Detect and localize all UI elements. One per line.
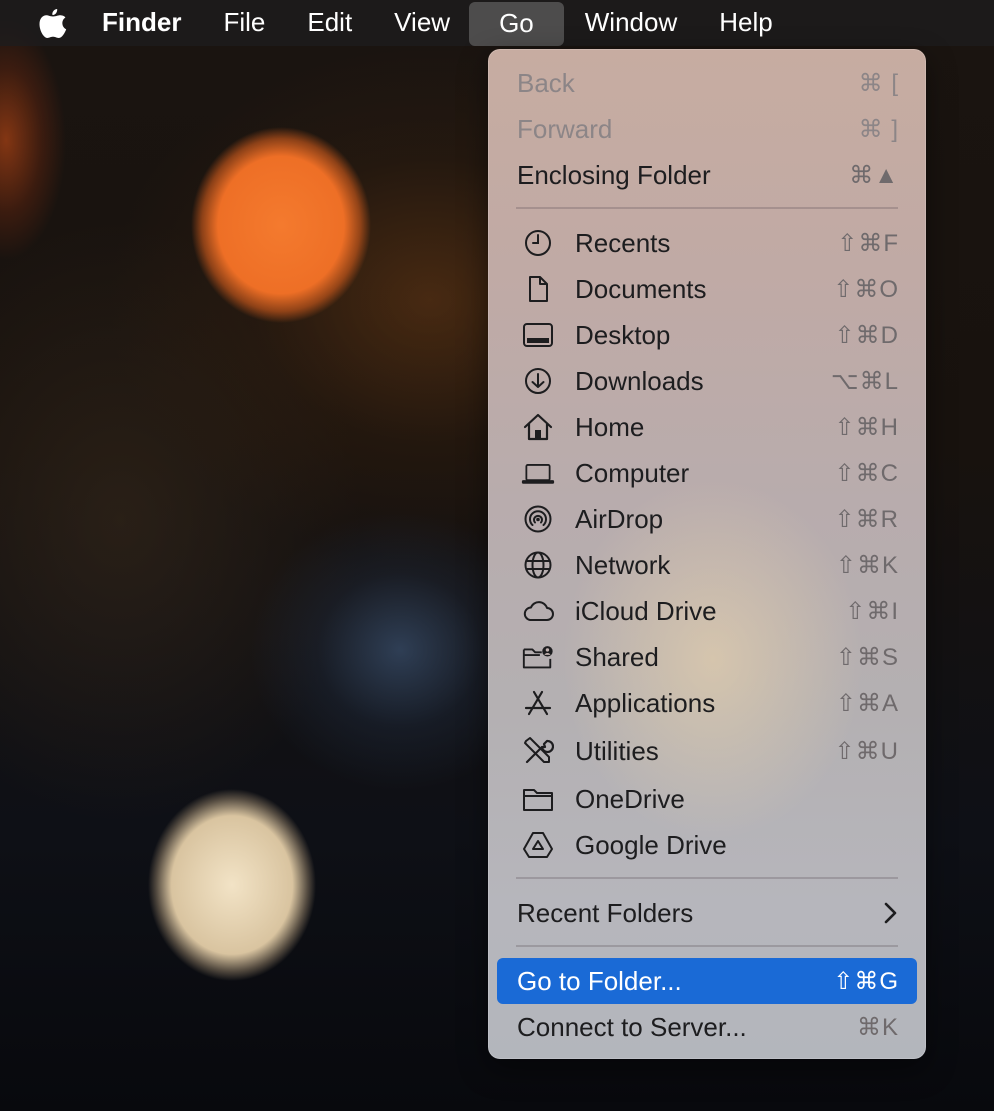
- clock-icon: [521, 228, 555, 258]
- menu-item-label: Network: [575, 549, 671, 580]
- go-menu: Back ⌘ [ Forward ⌘ ] Enclosing Folder ⌘▲…: [488, 49, 926, 1059]
- menu-item-shortcut: ⇧⌘I: [845, 597, 899, 625]
- menu-item-label: Back: [517, 67, 575, 98]
- menu-item-label: Connect to Server...: [517, 1011, 747, 1042]
- menu-item-documents[interactable]: Documents ⇧⌘O: [497, 266, 917, 312]
- menu-item-shortcut: ⇧⌘G: [833, 967, 899, 995]
- apple-logo-icon: [38, 6, 68, 40]
- menu-item-label: Enclosing Folder: [517, 159, 711, 190]
- menu-item-recent-folders[interactable]: Recent Folders: [497, 890, 917, 936]
- menubar-app-name[interactable]: Finder: [98, 0, 202, 46]
- menu-separator: [516, 207, 898, 209]
- airdrop-icon: [521, 504, 555, 534]
- google-drive-icon: [521, 830, 555, 860]
- menu-separator: [516, 945, 898, 947]
- utilities-icon: [521, 736, 555, 766]
- menu-item-label: Google Drive: [575, 829, 727, 860]
- globe-icon: [521, 550, 555, 580]
- menu-item-shortcut: ⌘ [: [858, 69, 899, 97]
- menu-item-label: Forward: [517, 113, 613, 144]
- menu-item-shortcut: ⌘▲: [849, 161, 899, 189]
- menu-item-shortcut: ⇧⌘C: [834, 459, 899, 487]
- menu-separator: [516, 877, 898, 879]
- menu-item-utilities[interactable]: Utilities ⇧⌘U: [497, 728, 917, 774]
- menu-item-google-drive[interactable]: Google Drive: [497, 822, 917, 868]
- menubar-file[interactable]: File: [202, 0, 286, 46]
- menu-item-back[interactable]: Back ⌘ [: [497, 60, 917, 106]
- document-icon: [521, 274, 555, 304]
- shared-folder-icon: [521, 642, 555, 672]
- menu-item-shortcut: ⌥⌘L: [830, 367, 899, 395]
- menu-item-shortcut: ⇧⌘S: [835, 643, 899, 671]
- menu-item-onedrive[interactable]: OneDrive: [497, 776, 917, 822]
- chevron-right-icon: [883, 899, 899, 927]
- menu-item-enclosing-folder[interactable]: Enclosing Folder ⌘▲: [497, 152, 917, 198]
- menu-item-network[interactable]: Network ⇧⌘K: [497, 542, 917, 588]
- folder-icon: [521, 784, 555, 814]
- menubar-view[interactable]: View: [373, 0, 471, 46]
- menu-item-shortcut: ⇧⌘H: [834, 413, 899, 441]
- menubar-help[interactable]: Help: [698, 0, 793, 46]
- menu-item-go-to-folder[interactable]: Go to Folder... ⇧⌘G: [497, 958, 917, 1004]
- desktop-icon: [521, 320, 555, 350]
- menu-item-shared[interactable]: Shared ⇧⌘S: [497, 634, 917, 680]
- menu-item-shortcut: ⇧⌘U: [834, 737, 899, 765]
- menu-item-label: AirDrop: [575, 503, 664, 534]
- menu-item-shortcut: ⇧⌘D: [834, 321, 899, 349]
- menu-item-shortcut: ⇧⌘K: [835, 551, 899, 579]
- menu-item-label: iCloud Drive: [575, 595, 717, 626]
- menu-item-connect-to-server[interactable]: Connect to Server... ⌘K: [497, 1004, 917, 1050]
- menu-item-label: Home: [575, 411, 645, 442]
- menu-item-label: OneDrive: [575, 783, 685, 814]
- menu-item-label: Desktop: [575, 319, 671, 350]
- menu-item-shortcut: ⌘ ]: [858, 115, 899, 143]
- menu-item-applications[interactable]: Applications ⇧⌘A: [497, 680, 917, 726]
- menu-item-label: Applications: [575, 687, 716, 718]
- menu-item-label: Shared: [575, 641, 659, 672]
- menu-item-airdrop[interactable]: AirDrop ⇧⌘R: [497, 496, 917, 542]
- menu-item-computer[interactable]: Computer ⇧⌘C: [497, 450, 917, 496]
- menu-item-label: Utilities: [575, 735, 659, 766]
- menu-item-shortcut: ⇧⌘R: [834, 505, 899, 533]
- menu-item-shortcut: ⇧⌘F: [837, 229, 899, 257]
- menu-item-home[interactable]: Home ⇧⌘H: [497, 404, 917, 450]
- menu-item-label: Go to Folder...: [517, 965, 682, 996]
- house-icon: [521, 412, 555, 442]
- menu-item-recents[interactable]: Recents ⇧⌘F: [497, 220, 917, 266]
- laptop-icon: [521, 458, 555, 488]
- menu-item-desktop[interactable]: Desktop ⇧⌘D: [497, 312, 917, 358]
- menu-item-icloud-drive[interactable]: iCloud Drive ⇧⌘I: [497, 588, 917, 634]
- menu-item-label: Recent Folders: [517, 897, 694, 928]
- menubar-edit[interactable]: Edit: [286, 0, 373, 46]
- menu-item-shortcut: ⌘K: [856, 1013, 899, 1041]
- menu-item-label: Documents: [575, 273, 707, 304]
- menu-item-forward[interactable]: Forward ⌘ ]: [497, 106, 917, 152]
- apple-menu[interactable]: [0, 0, 98, 46]
- menu-bar: Finder File Edit View Go Window Help: [0, 0, 994, 46]
- menu-item-downloads[interactable]: Downloads ⌥⌘L: [497, 358, 917, 404]
- applications-icon: [521, 688, 555, 718]
- menu-item-label: Downloads: [575, 365, 704, 396]
- cloud-icon: [521, 596, 555, 626]
- menu-item-shortcut: ⇧⌘A: [835, 689, 899, 717]
- menu-item-label: Recents: [575, 227, 671, 258]
- menu-item-label: Computer: [575, 457, 690, 488]
- menubar-window[interactable]: Window: [564, 0, 698, 46]
- menu-item-shortcut: ⇧⌘O: [833, 275, 899, 303]
- menubar-go[interactable]: Go: [469, 1, 564, 46]
- download-icon: [521, 366, 555, 396]
